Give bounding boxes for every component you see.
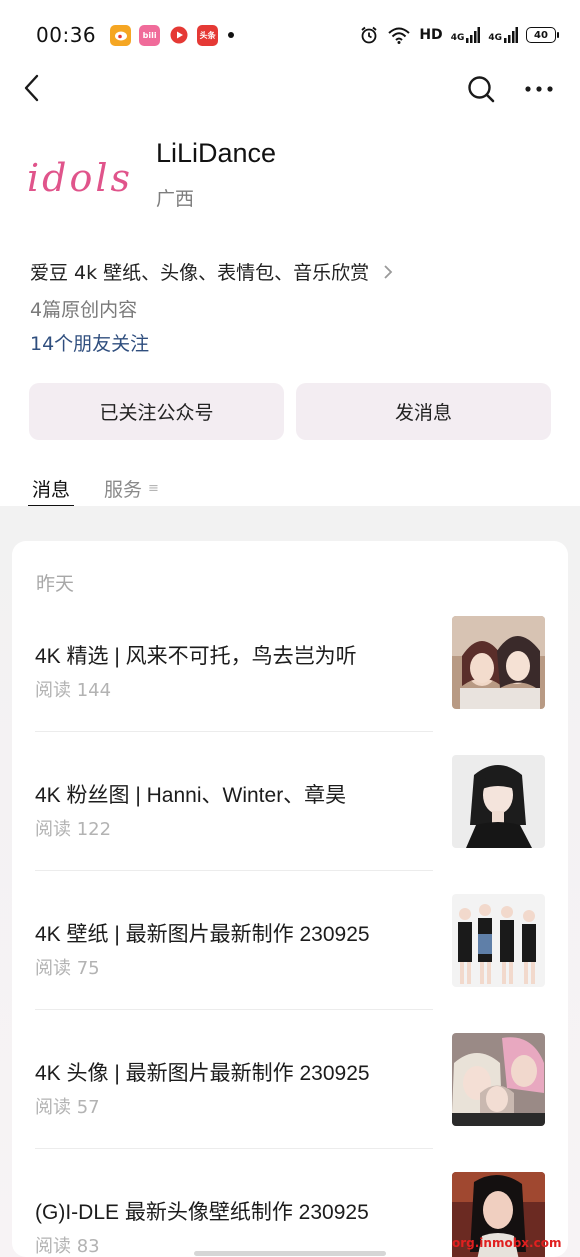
alarm-icon bbox=[361, 26, 377, 44]
divider bbox=[35, 1148, 433, 1149]
date-label: 昨天 bbox=[36, 573, 75, 595]
article-title: 4K 头像 | 最新图片最新制作 230925 bbox=[35, 1062, 370, 1085]
send-message-button[interactable]: 发消息 bbox=[296, 383, 551, 440]
article-title: 4K 粉丝图 | Hanni、Winter、章昊 bbox=[35, 784, 347, 807]
divider bbox=[35, 731, 433, 732]
video-app-icon bbox=[168, 24, 190, 46]
article-read-count: 阅读 122 bbox=[35, 819, 112, 840]
article-item[interactable]: 4K 头像 | 最新图片最新制作 230925 阅读 57 bbox=[12, 1033, 568, 1172]
tab-services-label: 服务 bbox=[104, 478, 143, 501]
hd-indicator: HD bbox=[419, 27, 443, 43]
bilibili-label: bili bbox=[142, 30, 157, 40]
article-title: 4K 精选 | 风来不可托，鸟去岂为听 bbox=[35, 645, 357, 668]
article-item[interactable]: 4K 精选 | 风来不可托，鸟去岂为听 阅读 144 bbox=[12, 616, 568, 755]
wifi-icon bbox=[388, 27, 411, 44]
notification-dot bbox=[228, 32, 235, 38]
battery-level: 40 bbox=[534, 29, 548, 41]
avatar-logo-text: idols bbox=[27, 156, 134, 200]
tab-messages[interactable]: 消息 bbox=[28, 472, 75, 508]
article-thumbnail bbox=[452, 1033, 545, 1126]
search-button[interactable] bbox=[462, 70, 500, 108]
friends-following-link[interactable]: 14个朋友关注 bbox=[30, 329, 149, 356]
menu-icon: ≡ bbox=[148, 480, 159, 496]
divider bbox=[35, 870, 433, 871]
more-button[interactable] bbox=[520, 70, 558, 108]
status-time: 00:36 bbox=[36, 23, 97, 47]
article-thumbnail bbox=[452, 755, 545, 848]
article-thumbnail bbox=[452, 616, 545, 709]
article-read-count: 阅读 75 bbox=[35, 958, 100, 979]
message-feed: 昨天 4K 精选 | 风来不可托，鸟去岂为听 阅读 144 4K 粉丝图 | H… bbox=[12, 541, 568, 1257]
account-name: LiLiDance bbox=[156, 138, 277, 168]
signal-1: 4G bbox=[451, 27, 481, 43]
network-type-2: 4G bbox=[488, 33, 502, 43]
back-arrow-icon bbox=[24, 74, 39, 102]
article-read-count: 阅读 57 bbox=[35, 1097, 100, 1118]
signal-bars-icon bbox=[504, 27, 518, 43]
network-type-1: 4G bbox=[450, 33, 465, 43]
article-item[interactable]: 4K 壁纸 | 最新图片最新制作 230925 阅读 75 bbox=[12, 894, 568, 1033]
signal-2: 4G bbox=[488, 27, 518, 43]
tab-bar: 消息 服务 ≡ bbox=[28, 472, 163, 508]
more-icon bbox=[525, 86, 553, 92]
article-read-count: 阅读 144 bbox=[35, 680, 112, 701]
followed-button[interactable]: 已关注公众号 bbox=[29, 383, 284, 440]
status-app-icons: bili 头条 bbox=[110, 24, 235, 46]
article-thumbnail bbox=[452, 894, 545, 987]
tab-services[interactable]: 服务 ≡ bbox=[100, 472, 163, 504]
account-description[interactable]: 爱豆 4k 壁纸、头像、表情包、音乐欣赏 bbox=[30, 258, 393, 285]
home-indicator[interactable] bbox=[194, 1251, 386, 1256]
back-button[interactable] bbox=[14, 70, 50, 106]
weibo-icon bbox=[110, 24, 132, 46]
tab-messages-label: 消息 bbox=[32, 478, 71, 501]
status-indicators: HD 4G 4G 40 bbox=[359, 25, 559, 45]
account-avatar[interactable]: idols bbox=[27, 148, 134, 208]
signal-bars-icon bbox=[466, 27, 481, 43]
article-title: 4K 壁纸 | 最新图片最新制作 230925 bbox=[35, 923, 370, 946]
original-content-count: 4篇原创内容 bbox=[30, 299, 138, 321]
search-icon bbox=[468, 76, 495, 103]
toutiao-icon: 头条 bbox=[197, 24, 219, 46]
toutiao-label: 头条 bbox=[199, 30, 216, 40]
divider bbox=[35, 1009, 433, 1010]
battery-icon: 40 bbox=[526, 27, 559, 43]
bilibili-icon: bili bbox=[139, 24, 161, 46]
nav-bar bbox=[0, 66, 580, 110]
status-bar: 00:36 bili 头条 HD 4G 4G 40 bbox=[0, 0, 580, 70]
description-text: 爱豆 4k 壁纸、头像、表情包、音乐欣赏 bbox=[30, 262, 370, 284]
article-read-count: 阅读 83 bbox=[35, 1236, 100, 1257]
article-item[interactable]: 4K 粉丝图 | Hanni、Winter、章昊 阅读 122 bbox=[12, 755, 568, 894]
account-header: idols LiLiDance 广西 bbox=[27, 138, 558, 238]
chevron-right-icon bbox=[383, 264, 393, 280]
watermark-text: org.inmobx.com bbox=[452, 1236, 562, 1250]
article-title: (G)I-DLE 最新头像壁纸制作 230925 bbox=[35, 1201, 369, 1224]
account-region: 广西 bbox=[156, 188, 195, 210]
